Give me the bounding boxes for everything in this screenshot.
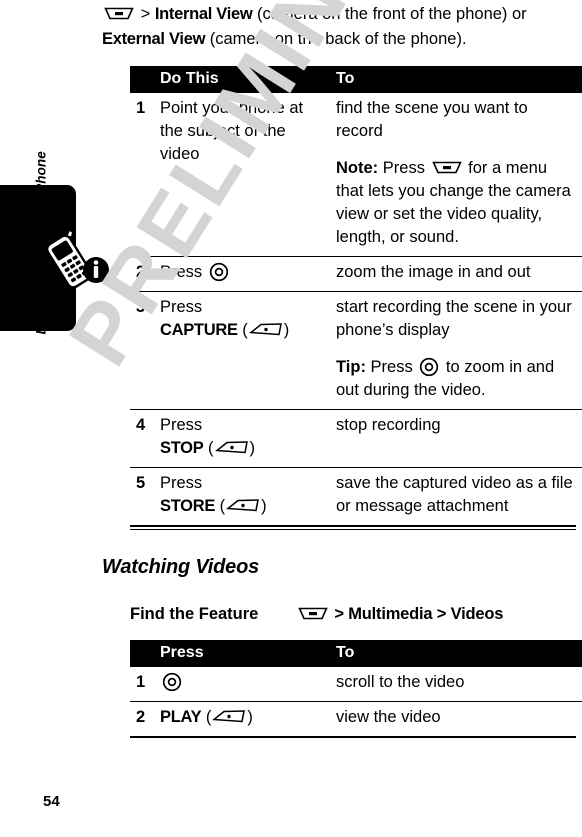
step-action: Point your phone at the subject of the v… — [160, 93, 336, 257]
table-row: 3 Press CAPTURE ( ) start recording the … — [130, 291, 582, 410]
softkey-paren-open: ( — [205, 708, 212, 726]
softkey-label: PLAY — [160, 708, 202, 726]
step-result: view the video — [336, 708, 441, 726]
step-result: zoom the image in and out — [336, 256, 582, 292]
intro-text-1: (camera on the front of the phone) or — [257, 5, 527, 23]
sidebar: Learning to Use Your Phone 54 — [0, 0, 109, 837]
feature-path-text: > Multimedia > Videos — [334, 605, 504, 623]
softkey-paren-open: ( — [208, 439, 214, 457]
step-number: 1 — [130, 93, 160, 257]
softkey-paren-open: ( — [242, 321, 248, 339]
column-header-to: To — [336, 66, 582, 93]
find-the-feature-label: Find the Feature — [130, 605, 259, 623]
intro-command-internal-view: Internal View — [154, 5, 253, 23]
main-content: > Internal View (camera on the front of … — [100, 0, 582, 738]
intro-text-2: (camera on the back of the phone). — [209, 30, 467, 48]
sidebar-section-label: Learning to Use Your Phone — [33, 151, 49, 335]
step-action: Press CAPTURE ( ) — [160, 291, 336, 410]
softkey-icon — [214, 439, 249, 454]
find-the-feature-path: > Multimedia > Videos — [296, 605, 503, 624]
step-number: 4 — [130, 409, 160, 468]
step-action-text: Press — [160, 474, 203, 492]
record-video-table-wrap: Do This To 1 Point your phone at the sub… — [100, 66, 582, 530]
step-result-text: start recording the scene in your phone’… — [336, 298, 572, 339]
softkey-paren-close: ) — [261, 497, 267, 515]
step-action-text: Press — [160, 298, 203, 316]
table-row: 2 Press zoom the image in and out — [130, 256, 582, 292]
watch-video-table-wrap: Press To 1 scroll to the video 2 PLAY (… — [100, 640, 582, 738]
table-header-row: Do This To — [130, 66, 582, 93]
step-result: find the scene you want to record Note: … — [336, 93, 582, 257]
table-row: 1 scroll to the video — [130, 667, 582, 702]
step-result: save the captured video as a file or mes… — [336, 474, 573, 515]
intro-command-external-view: External View — [102, 30, 206, 48]
page-number: 54 — [43, 793, 60, 810]
softkey-icon — [226, 497, 260, 512]
softkey-label: STOP — [160, 439, 204, 457]
step-number: 2 — [136, 708, 146, 726]
tip-pre: Press — [370, 358, 413, 376]
step-action: Press — [160, 256, 336, 292]
table-row: 4 Press STOP ( ) stop recording — [130, 409, 582, 468]
softkey-paren-close: ) — [283, 321, 290, 339]
nav-key-icon — [419, 357, 439, 377]
step-action-text: Press — [160, 416, 203, 434]
record-video-table: Do This To 1 Point your phone at the sub… — [130, 66, 582, 525]
watch-video-table: Press To 1 scroll to the video 2 PLAY (… — [130, 640, 582, 736]
table-row: 1 Point your phone at the subject of the… — [130, 93, 582, 257]
softkey-paren-open: ( — [219, 497, 226, 515]
softkey-label: CAPTURE — [160, 321, 238, 339]
column-header-do-this: Do This — [160, 66, 336, 93]
step-action — [160, 667, 336, 702]
note-label: Note: — [336, 159, 379, 177]
table-row: 5 Press STORE ( ) save the captured vide… — [130, 468, 582, 526]
menu-key-icon — [104, 3, 134, 20]
nav-key-icon — [209, 262, 229, 282]
tip-post: to zoom in and out during the video. — [336, 358, 555, 399]
column-header-press: Press — [160, 640, 336, 667]
find-the-feature-row: Find the Feature > Multimedia > Videos — [130, 605, 576, 624]
softkey-icon — [212, 708, 246, 723]
column-header-to: To — [336, 640, 582, 667]
step-note: Note: Press for a menu that lets you cha… — [336, 157, 574, 249]
step-action: Press STOP ( ) — [160, 409, 336, 468]
table2-bottom-rule — [130, 736, 576, 738]
softkey-label: STORE — [160, 497, 216, 515]
step-action-text: Press — [160, 263, 203, 281]
intro-paragraph: > Internal View (camera on the front of … — [100, 0, 582, 52]
tip-label: Tip: — [336, 358, 366, 376]
step-number: 1 — [130, 667, 160, 702]
softkey-icon — [248, 321, 283, 336]
step-result: scroll to the video — [336, 667, 582, 702]
step-result-text: find the scene you want to record — [336, 99, 528, 140]
softkey-paren-close: ) — [249, 439, 256, 457]
table-bottom-rule-thin-2 — [130, 528, 576, 530]
table-row: 2 PLAY ( ) view the video — [130, 702, 582, 737]
step-tip: Tip: Press to zoom in and out during the… — [336, 356, 574, 402]
section-heading: Watching Videos — [102, 556, 260, 578]
note-pre: Press — [382, 159, 425, 177]
step-result: start recording the scene in your phone’… — [336, 291, 582, 410]
step-result: stop recording — [336, 409, 582, 468]
softkey-paren-close: ) — [247, 708, 253, 726]
step-number: 2 — [130, 256, 160, 292]
column-header-number — [130, 640, 160, 667]
menu-key-icon — [431, 158, 462, 174]
step-action: PLAY ( ) — [160, 702, 336, 737]
intro-separator: > — [140, 5, 151, 23]
nav-key-icon — [162, 672, 182, 692]
step-number: 3 — [130, 291, 160, 410]
menu-key-icon — [298, 606, 328, 620]
step-action: Press STORE ( ) — [160, 468, 336, 526]
table-header-row: Press To — [130, 640, 582, 667]
column-header-number — [130, 66, 160, 93]
step-number: 5 — [136, 474, 146, 492]
